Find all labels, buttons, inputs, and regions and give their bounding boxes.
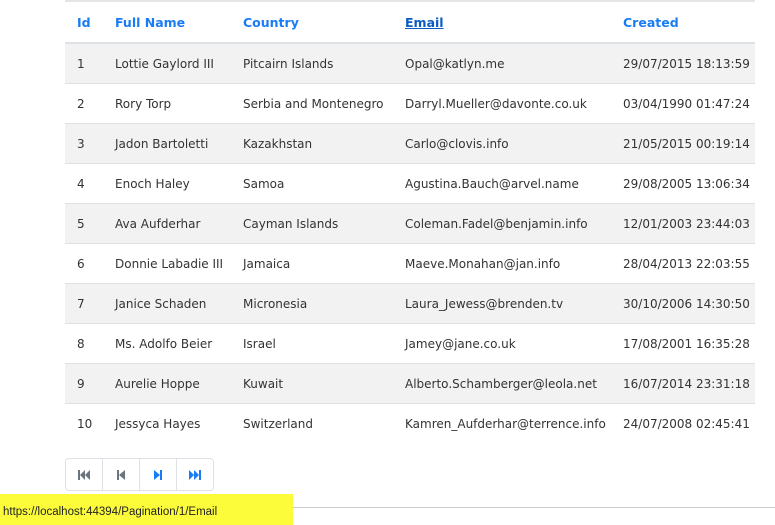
table-row: 7 Janice Schaden Micronesia Laura_Jewess@br… — [65, 283, 755, 324]
cell-email: Kamren_Aufderhar@terrence.info — [393, 403, 611, 443]
data-table: Id Full Name Country Email Created 1 Lott… — [65, 0, 755, 443]
cell-created: 28/04/2013 22:03:55 — [611, 243, 755, 284]
cell-full-name: Jessyca Hayes — [103, 403, 231, 443]
cell-email: Jamey@jane.co.uk — [393, 323, 611, 364]
status-url: https://localhost:44394/Pagination/1/Ema… — [3, 506, 218, 518]
cell-created: 03/04/1990 01:47:24 — [611, 83, 755, 124]
table-row: 10 Jessyca Hayes Switzerland Kamren_Aufderh… — [65, 403, 755, 443]
cell-country: Israel — [231, 323, 393, 364]
cell-full-name: Ava Aufderhar — [103, 203, 231, 244]
status-bar: https://localhost:44394/Pagination/1/Ema… — [0, 494, 293, 525]
first-page-icon — [78, 469, 90, 480]
table-row: 3 Jadon Bartoletti Kazakhstan Carlo@clovis.… — [65, 123, 755, 164]
cell-country: Pitcairn Islands — [231, 42, 393, 84]
cell-created: 24/07/2008 02:45:41 — [611, 403, 755, 443]
cell-id: 7 — [65, 283, 103, 324]
cell-id: 10 — [65, 403, 103, 443]
previous-page-button[interactable] — [102, 459, 139, 490]
cell-country: Jamaica — [231, 243, 393, 284]
table-row: 1 Lottie Gaylord III Pitcairn Islands Opal@… — [65, 42, 755, 84]
table-row: 5 Ava Aufderhar Cayman Islands Coleman.Fade… — [65, 203, 755, 244]
table-row: 9 Aurelie Hoppe Kuwait Alberto.Schamberger@… — [65, 363, 755, 404]
cell-country: Serbia and Montenegro — [231, 83, 393, 124]
cell-id: 1 — [65, 42, 103, 84]
previous-page-icon — [117, 469, 125, 480]
cell-id: 9 — [65, 363, 103, 404]
last-page-button[interactable] — [176, 459, 213, 490]
column-header-full-name[interactable]: Full Name — [103, 1, 231, 43]
cell-created: 21/05/2015 00:19:14 — [611, 123, 755, 164]
cell-email: Carlo@clovis.info — [393, 123, 611, 164]
cell-created: 16/07/2014 23:31:18 — [611, 363, 755, 404]
data-table-container: Id Full Name Country Email Created 1 Lott… — [65, 0, 755, 443]
cell-country: Switzerland — [231, 403, 393, 443]
cell-created: 29/08/2005 13:06:34 — [611, 163, 755, 204]
cell-email: Coleman.Fadel@benjamin.info — [393, 203, 611, 244]
cell-country: Micronesia — [231, 283, 393, 324]
cell-id: 5 — [65, 203, 103, 244]
cell-email: Laura_Jewess@brenden.tv — [393, 283, 611, 324]
column-header-created[interactable]: Created — [611, 1, 755, 43]
cell-full-name: Aurelie Hoppe — [103, 363, 231, 404]
cell-full-name: Jadon Bartoletti — [103, 123, 231, 164]
cell-email: Agustina.Bauch@arvel.name — [393, 163, 611, 204]
column-header-id[interactable]: Id — [65, 1, 103, 43]
cell-email: Opal@katlyn.me — [393, 42, 611, 84]
cell-full-name: Janice Schaden — [103, 283, 231, 324]
cell-created: 29/07/2015 18:13:59 — [611, 42, 755, 84]
cell-created: 17/08/2001 16:35:28 — [611, 323, 755, 364]
cell-id: 6 — [65, 243, 103, 284]
next-page-button[interactable] — [139, 459, 176, 490]
pagination — [65, 458, 214, 491]
divider — [290, 507, 775, 508]
cell-full-name: Donnie Labadie III — [103, 243, 231, 284]
column-header-email[interactable]: Email — [393, 1, 611, 43]
table-header-row: Id Full Name Country Email Created — [65, 1, 755, 43]
cell-email: Alberto.Schamberger@leola.net — [393, 363, 611, 404]
last-page-icon — [189, 469, 201, 480]
cell-id: 2 — [65, 83, 103, 124]
cell-created: 30/10/2006 14:30:50 — [611, 283, 755, 324]
cell-id: 8 — [65, 323, 103, 364]
cell-country: Cayman Islands — [231, 203, 393, 244]
table-row: 4 Enoch Haley Samoa Agustina.Bauch@arvel.na… — [65, 163, 755, 204]
cell-full-name: Enoch Haley — [103, 163, 231, 204]
cell-email: Maeve.Monahan@jan.info — [393, 243, 611, 284]
column-header-country[interactable]: Country — [231, 1, 393, 43]
table-row: 2 Rory Torp Serbia and Montenegro Darryl.Mu… — [65, 83, 755, 124]
cell-full-name: Lottie Gaylord III — [103, 42, 231, 84]
table-row: 6 Donnie Labadie III Jamaica Maeve.Monahan@… — [65, 243, 755, 284]
cell-country: Samoa — [231, 163, 393, 204]
cell-id: 3 — [65, 123, 103, 164]
cell-full-name: Ms. Adolfo Beier — [103, 323, 231, 364]
cell-created: 12/01/2003 23:44:03 — [611, 203, 755, 244]
cell-country: Kuwait — [231, 363, 393, 404]
cell-email: Darryl.Mueller@davonte.co.uk — [393, 83, 611, 124]
first-page-button[interactable] — [66, 459, 102, 490]
cell-country: Kazakhstan — [231, 123, 393, 164]
cell-id: 4 — [65, 163, 103, 204]
cell-full-name: Rory Torp — [103, 83, 231, 124]
table-row: 8 Ms. Adolfo Beier Israel Jamey@jane.co.uk 1… — [65, 323, 755, 364]
next-page-icon — [154, 469, 162, 480]
